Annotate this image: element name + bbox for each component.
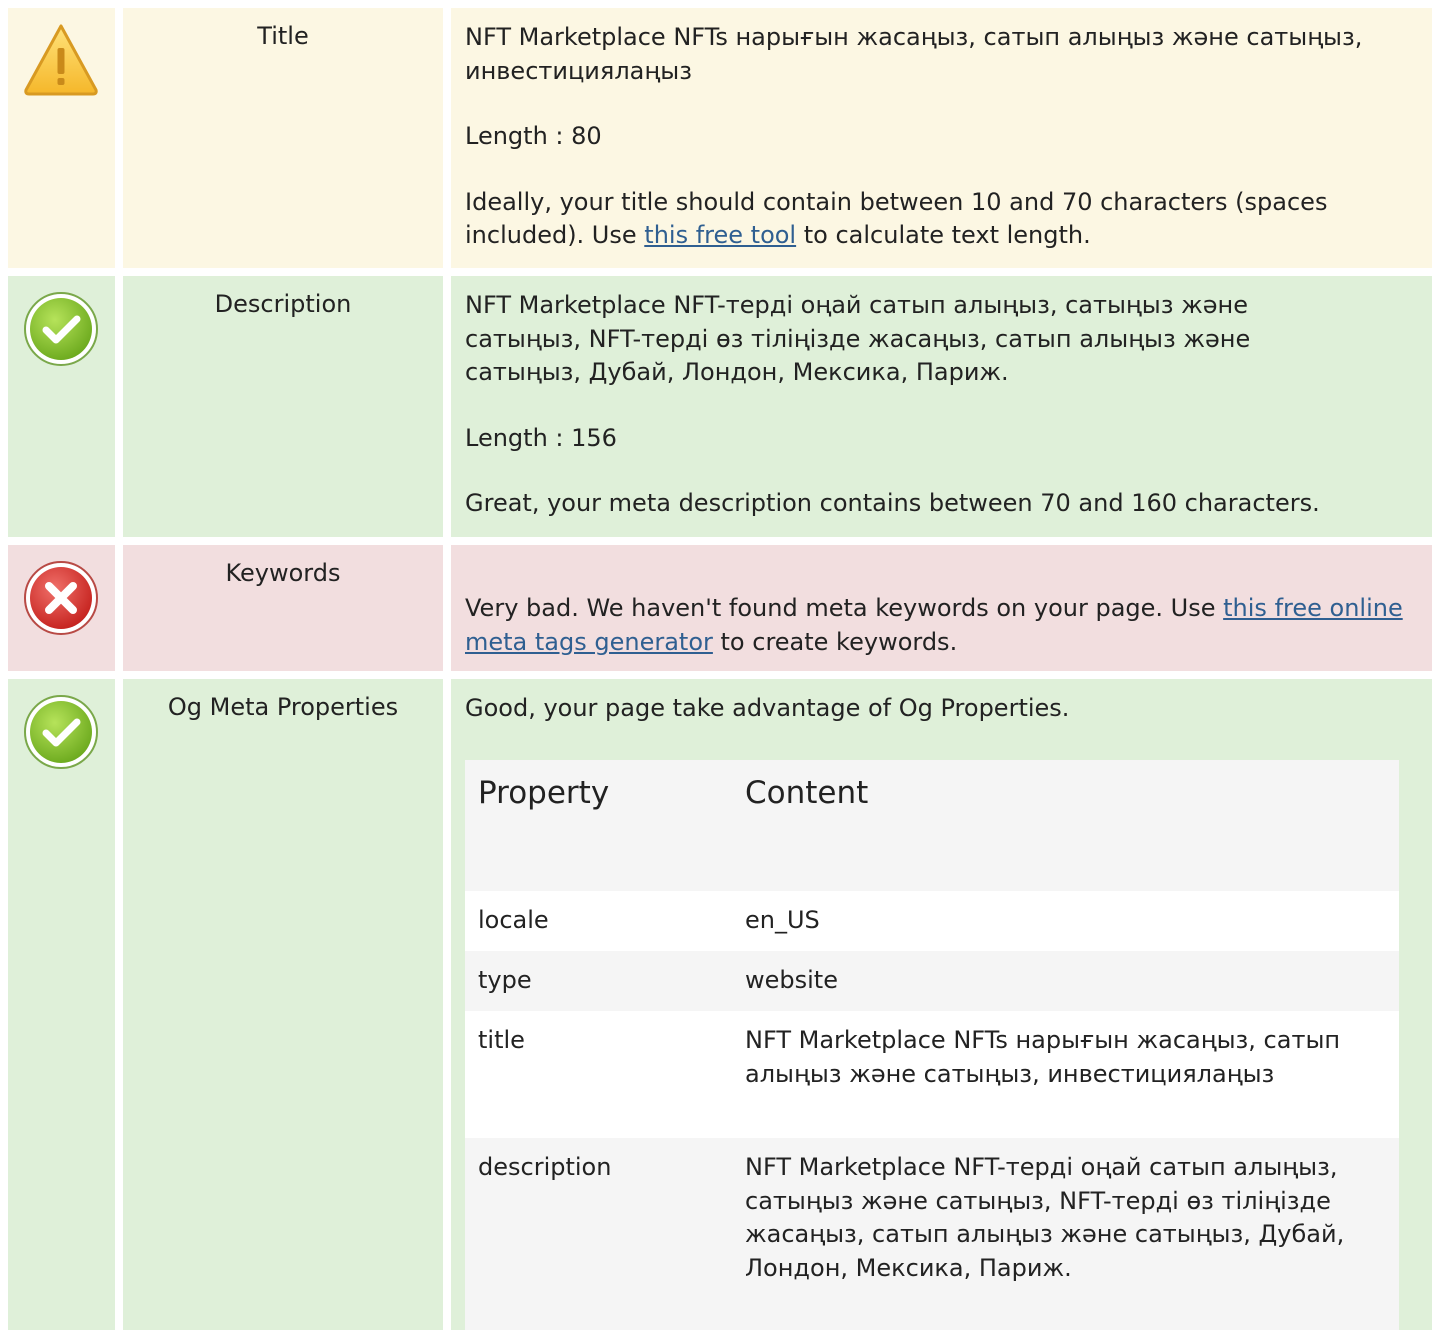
label-cell: Og Meta Properties	[123, 679, 443, 1330]
description-value: NFT Marketplace NFT-терді оңай сатып алы…	[465, 291, 1251, 386]
og-properties-table: Property Content locale en_US type websi…	[465, 760, 1399, 1330]
content-cell-value: NFT Marketplace NFT-терді оңай сатып алы…	[745, 1153, 1345, 1282]
property-cell: locale	[478, 906, 549, 934]
description-advice: Great, your meta description contains be…	[465, 489, 1320, 517]
seo-row-keywords: Keywords Very bad. We haven't found meta…	[0, 545, 1432, 671]
property-cell: title	[478, 1026, 525, 1054]
description-length: Length : 156	[465, 423, 617, 452]
label-cell: Title	[123, 8, 443, 268]
label-cell: Keywords	[123, 545, 443, 671]
table-header: Property Content	[465, 760, 1399, 891]
property-cell: type	[478, 966, 532, 994]
label-cell: Description	[123, 276, 443, 537]
title-value: NFT Marketplace NFTs нарығын жасаңыз, са…	[465, 23, 1363, 85]
warning-icon	[22, 20, 100, 98]
content-cell: Good, your page take advantage of Og Pro…	[451, 679, 1432, 1330]
check-icon	[22, 290, 100, 368]
title-length: Length : 80	[465, 122, 602, 150]
header-content: Content	[745, 775, 869, 811]
status-cell	[8, 545, 115, 671]
content-cell: NFT Marketplace NFTs нарығын жасаңыз, са…	[451, 8, 1432, 268]
seo-row-description: Description NFT Marketplace NFT-терді оң…	[0, 276, 1432, 537]
status-cell	[8, 8, 115, 268]
title-advice: Ideally, your title should contain betwe…	[465, 186, 1424, 253]
content-cell-value: NFT Marketplace NFTs нарығын жасаңыз, са…	[745, 1026, 1341, 1088]
error-icon	[22, 559, 100, 637]
row-label: Og Meta Properties	[167, 693, 399, 721]
seo-row-og-properties: Og Meta Properties Good, your page take …	[0, 679, 1432, 1330]
check-icon	[22, 693, 100, 771]
seo-row-title: Title NFT Marketplace NFTs нарығын жасаң…	[0, 8, 1432, 268]
keywords-advice-text: Very bad. We haven't found meta keywords…	[465, 594, 1224, 622]
row-label: Keywords	[225, 559, 341, 587]
free-tool-link[interactable]: this free tool	[644, 221, 796, 249]
row-label: Description	[214, 290, 352, 318]
content-cell-value: en_US	[745, 906, 820, 934]
table-row: locale en_US	[465, 891, 1399, 951]
table-row: title NFT Marketplace NFTs нарығын жасаң…	[465, 1011, 1399, 1138]
content-cell: Very bad. We haven't found meta keywords…	[451, 545, 1432, 671]
keywords-advice: Very bad. We haven't found meta keywords…	[465, 592, 1424, 659]
header-property: Property	[478, 775, 610, 811]
table-row: description NFT Marketplace NFT-терді оң…	[465, 1138, 1399, 1330]
title-advice-tail: to calculate text length.	[796, 221, 1091, 249]
table-row: type website	[465, 951, 1399, 1011]
content-cell-value: website	[745, 966, 838, 994]
property-cell: description	[478, 1153, 612, 1181]
status-cell	[8, 679, 115, 1330]
og-advice: Good, your page take advantage of Og Pro…	[465, 694, 1070, 722]
status-cell	[8, 276, 115, 537]
row-label: Title	[257, 22, 309, 50]
content-cell: NFT Marketplace NFT-терді оңай сатып алы…	[451, 276, 1432, 537]
keywords-advice-tail: to create keywords.	[712, 627, 958, 656]
